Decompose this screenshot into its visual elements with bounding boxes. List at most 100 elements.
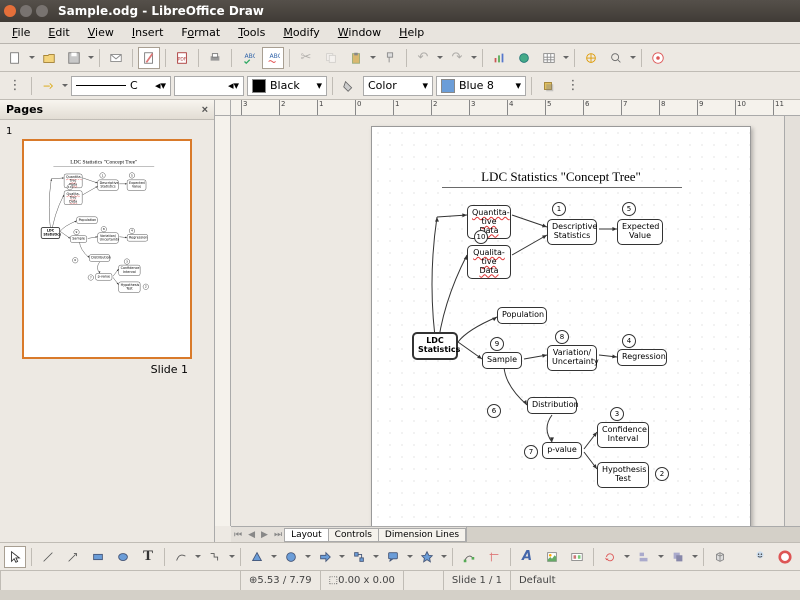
redo-dropdown[interactable] [471, 47, 477, 69]
fill-mode-select[interactable]: Color ▾ [363, 76, 433, 96]
spell-check-button[interactable]: ABC [237, 47, 259, 69]
node-var[interactable]: Variation/Uncertainty [547, 345, 597, 371]
drawing-canvas[interactable]: LDC Statistics "Concept Tree"LDCStatisti… [231, 116, 800, 526]
rectangle-tool[interactable] [87, 546, 109, 568]
arrow-style-dropdown[interactable] [62, 75, 68, 97]
from-file-tool[interactable] [541, 546, 563, 568]
new-doc-dropdown[interactable] [29, 47, 35, 69]
align-tool[interactable] [633, 546, 655, 568]
cut-button[interactable]: ✂ [295, 47, 317, 69]
mail-button[interactable] [105, 47, 127, 69]
callout-tool[interactable] [382, 546, 404, 568]
menu-tools[interactable]: Tools [230, 24, 273, 41]
shadow-button[interactable] [537, 75, 559, 97]
basic-shapes-tool[interactable] [246, 546, 268, 568]
edit-file-button[interactable] [138, 47, 160, 69]
star-tool[interactable] [416, 546, 438, 568]
node-dist[interactable]: Distribution [89, 254, 110, 261]
node-conf[interactable]: ConfidenceInterval [597, 422, 649, 448]
arrow-style-button[interactable] [37, 75, 59, 97]
area-fill-button[interactable] [338, 75, 360, 97]
help-button[interactable] [647, 47, 669, 69]
node-samp[interactable]: Sample [482, 352, 522, 369]
extrusion-tool[interactable] [709, 546, 731, 568]
text-tool[interactable]: T [137, 546, 159, 568]
flowchart-dropdown[interactable] [373, 546, 379, 568]
node-conf[interactable]: ConfidenceInterval [119, 265, 141, 276]
basic-shapes-dropdown[interactable] [271, 546, 277, 568]
node-desc[interactable]: DescriptiveStatistics [98, 180, 119, 191]
symbol-shapes-dropdown[interactable] [305, 546, 311, 568]
node-pval[interactable]: p-value [95, 273, 112, 280]
menu-view[interactable]: View [80, 24, 122, 41]
menu-window[interactable]: Window [330, 24, 389, 41]
page-thumbnail[interactable]: LDC Statistics "Concept Tree"LDCStatisti… [22, 139, 192, 359]
line-width-select[interactable]: ◂▾ [174, 76, 244, 96]
node-reg[interactable]: Regression [127, 234, 148, 241]
block-arrows-dropdown[interactable] [339, 546, 345, 568]
minimize-window-icon[interactable] [20, 5, 32, 17]
arrow-line-tool[interactable] [62, 546, 84, 568]
menu-file[interactable]: File [4, 24, 38, 41]
fill-color-select[interactable]: Blue 8 ▾ [436, 76, 526, 96]
node-desc[interactable]: DescriptiveStatistics [547, 219, 597, 245]
undo-button[interactable]: ↶ [412, 47, 434, 69]
node-pop[interactable]: Population [77, 217, 98, 224]
connector-tool[interactable] [204, 546, 226, 568]
block-arrows-tool[interactable] [314, 546, 336, 568]
table-dropdown[interactable] [563, 47, 569, 69]
node-qual[interactable]: Qualita-tive Data [64, 191, 82, 205]
line-tool[interactable] [37, 546, 59, 568]
horizontal-scrollbar[interactable] [466, 527, 800, 542]
node-dist[interactable]: Distribution [527, 397, 577, 414]
node-exp[interactable]: ExpectedValue [127, 180, 146, 191]
edit-points-tool[interactable] [458, 546, 480, 568]
node-var[interactable]: Variation/Uncertainty [98, 233, 119, 244]
align-dropdown[interactable] [658, 546, 664, 568]
line-style-select[interactable]: C ◂▾ [71, 76, 171, 96]
symbol-shapes-tool[interactable] [280, 546, 302, 568]
flowchart-tool[interactable] [348, 546, 370, 568]
menu-insert[interactable]: Insert [124, 24, 172, 41]
node-qual[interactable]: Qualita-tive Data [467, 245, 511, 279]
node-hyp[interactable]: HypothesisTest [597, 462, 649, 488]
format-paint-button[interactable] [379, 47, 401, 69]
node-root[interactable]: LDCStatistics [41, 227, 60, 239]
undo-dropdown[interactable] [437, 47, 443, 69]
tab-nav-next-icon[interactable]: ▶ [258, 530, 271, 540]
paste-button[interactable] [345, 47, 367, 69]
table-button[interactable] [538, 47, 560, 69]
menu-edit[interactable]: Edit [40, 24, 77, 41]
copy-button[interactable] [320, 47, 342, 69]
new-doc-button[interactable] [4, 47, 26, 69]
zoom-dropdown[interactable] [630, 47, 636, 69]
tab-dimension-lines[interactable]: Dimension Lines [378, 528, 466, 542]
node-pval[interactable]: p-value [542, 442, 582, 459]
node-hyp[interactable]: HypothesisTest [119, 282, 141, 293]
callout-dropdown[interactable] [407, 546, 413, 568]
auto-spell-button[interactable]: ABC [262, 47, 284, 69]
ellipse-tool[interactable] [112, 546, 134, 568]
redo-button[interactable]: ↷ [446, 47, 468, 69]
star-dropdown[interactable] [441, 546, 447, 568]
close-panel-icon[interactable]: × [202, 104, 208, 116]
save-dropdown[interactable] [88, 47, 94, 69]
tab-nav-last-icon[interactable]: ⏭ [271, 530, 285, 540]
gallery-tool[interactable] [566, 546, 588, 568]
node-exp[interactable]: ExpectedValue [617, 219, 663, 245]
glue-points-tool[interactable] [483, 546, 505, 568]
close-window-icon[interactable] [4, 5, 16, 17]
rotate-dropdown[interactable] [624, 546, 630, 568]
menu-help[interactable]: Help [391, 24, 432, 41]
hyperlink-button[interactable] [513, 47, 535, 69]
zoom-button[interactable] [605, 47, 627, 69]
curve-dropdown[interactable] [195, 546, 201, 568]
node-root[interactable]: LDCStatistics [412, 332, 458, 360]
curve-tool[interactable] [170, 546, 192, 568]
save-button[interactable] [63, 47, 85, 69]
export-pdf-button[interactable]: PDF [171, 47, 193, 69]
paste-dropdown[interactable] [370, 47, 376, 69]
fontwork-tool[interactable]: A [516, 546, 538, 568]
navigator-button[interactable] [580, 47, 602, 69]
chart-button[interactable] [488, 47, 510, 69]
